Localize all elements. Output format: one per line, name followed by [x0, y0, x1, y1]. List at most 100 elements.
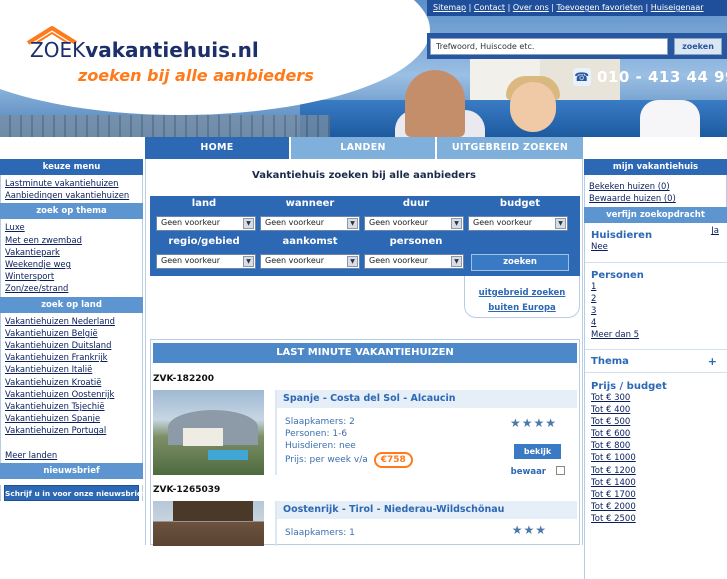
thema-zwembad[interactable]: Met een zwembad	[5, 234, 138, 246]
thema-title: Thema	[591, 355, 629, 367]
filter-duur-label: duur	[402, 198, 430, 209]
land-kroatie[interactable]: Vakantiehuizen Kroatië	[5, 376, 138, 388]
link-lastminute[interactable]: Lastminute vakantiehuizen	[5, 177, 138, 189]
link-uitgebreid-zoeken[interactable]: uitgebreid zoeken	[465, 286, 579, 301]
thema-zon-zee-strand[interactable]: Zon/zee/strand	[5, 282, 138, 294]
thema-luxe[interactable]: Luxe	[5, 221, 138, 233]
toplink-over-ons[interactable]: Over ons	[513, 3, 549, 12]
filter-personen-value: Geen voorkeur	[369, 256, 429, 265]
link-bewaarde-huizen[interactable]: Bewaarde huizen (0)	[589, 192, 722, 204]
toplink-favorieten[interactable]: Toevoegen favorieten	[557, 3, 643, 12]
prijs-options: Tot € 300 Tot € 400 Tot € 500 Tot € 600 …	[585, 392, 727, 525]
prijs-1000[interactable]: Tot € 1000	[591, 452, 721, 464]
prijs-800[interactable]: Tot € 800	[591, 440, 721, 452]
nieuwsbrief-button[interactable]: Schrijf u in voor onze nieuwsbrief!	[4, 484, 148, 501]
prijs-1700[interactable]: Tot € 1700	[591, 489, 721, 501]
filter-personen-label: personen	[389, 236, 443, 247]
prijs-title: Prijs / budget	[591, 380, 667, 392]
chevron-down-icon: ▼	[243, 218, 254, 229]
tab-landen[interactable]: LANDEN	[291, 137, 435, 159]
land-portugal[interactable]: Vakantiehuizen Portugal	[5, 424, 138, 436]
photo-house	[183, 428, 223, 446]
bekijk-button[interactable]: bekijk	[514, 444, 561, 459]
personen-4[interactable]: 4	[591, 317, 721, 329]
land-list-spacer	[5, 437, 138, 449]
link-aanbiedingen[interactable]: Aanbiedingen vakantiehuizen	[5, 189, 138, 201]
link-buiten-europa[interactable]: buiten Europa	[465, 301, 579, 316]
huisdieren-ja[interactable]: Ja	[711, 226, 719, 236]
land-nederland[interactable]: Vakantiehuizen Nederland	[5, 315, 138, 327]
search-input[interactable]	[430, 38, 668, 55]
land-spanje[interactable]: Vakantiehuizen Spanje	[5, 412, 138, 424]
land-oostenrijk[interactable]: Vakantiehuizen Oostenrijk	[5, 388, 138, 400]
search-button[interactable]: zoeken	[674, 38, 722, 55]
thema-weekendje-weg[interactable]: Weekendje weg	[5, 258, 138, 270]
filter-duur-select[interactable]: Geen voorkeur ▼	[364, 216, 464, 231]
header-banner: ZOEKvakantiehuis.nl zoeken bij alle aanb…	[0, 0, 727, 137]
top-links: Sitemap | Contact | Over ons | Toevoegen…	[427, 0, 727, 16]
prijs-1400[interactable]: Tot € 1400	[591, 477, 721, 489]
chevron-down-icon: ▼	[555, 218, 566, 229]
toplink-huiseigenaar[interactable]: Huiseigenaar	[651, 3, 704, 12]
listing-location[interactable]: Oostenrijk - Tirol - Niederau-Wildschöna…	[277, 501, 577, 519]
prijs-600[interactable]: Tot € 600	[591, 428, 721, 440]
personen-3[interactable]: 3	[591, 305, 721, 317]
toplink-sitemap[interactable]: Sitemap	[433, 3, 466, 12]
plus-icon: +	[707, 354, 717, 368]
tab-uitgebreid-zoeken[interactable]: UITGEBREID ZOEKEN	[437, 137, 583, 159]
land-tsjechie[interactable]: Vakantiehuizen Tsjechië	[5, 400, 138, 412]
huisdieren-nee[interactable]: Nee	[591, 241, 721, 253]
toplink-contact[interactable]: Contact	[474, 3, 505, 12]
bewaar-checkbox[interactable]	[556, 466, 565, 475]
prijs-400[interactable]: Tot € 400	[591, 404, 721, 416]
filter-duur-value: Geen voorkeur	[369, 218, 429, 227]
filter-aankomst-value: Geen voorkeur	[265, 256, 325, 265]
prijs-2500[interactable]: Tot € 2500	[591, 513, 721, 525]
lastminute-panel: LAST MINUTE VAKANTIEHUIZEN ZVK-182200 Sp…	[150, 339, 580, 546]
filter-aankomst-select[interactable]: Geen voorkeur ▼	[260, 254, 360, 269]
filter-search-button[interactable]: zoeken	[471, 254, 569, 271]
verfijn-header: verfijn zoekopdracht	[584, 207, 727, 224]
thema-vakantiepark[interactable]: Vakantiepark	[5, 246, 138, 258]
filter-personen-select[interactable]: Geen voorkeur ▼	[364, 254, 464, 269]
filter-wanneer-select[interactable]: Geen voorkeur ▼	[260, 216, 360, 231]
listing-card: Spanje - Costa del Sol - Alcaucin Slaapk…	[275, 390, 577, 477]
zoek-op-land-header: zoek op land	[0, 296, 143, 313]
huisdieren-title: Huisdieren	[591, 230, 653, 242]
zoek-op-thema-header: zoek op thema	[0, 203, 143, 220]
filter-regio-select[interactable]: Geen voorkeur ▼	[156, 254, 256, 269]
phone-text: 010 - 413 44 99	[597, 68, 727, 86]
link-bekeken-huizen[interactable]: Bekeken huizen (0)	[589, 180, 722, 192]
land-duitsland[interactable]: Vakantiehuizen Duitsland	[5, 339, 138, 351]
phone-number: ☎ 010 - 413 44 99	[573, 68, 727, 86]
land-frankrijk[interactable]: Vakantiehuizen Frankrijk	[5, 351, 138, 363]
personen-2[interactable]: 2	[591, 293, 721, 305]
site-logo[interactable]: ZOEKvakantiehuis.nl	[30, 38, 259, 62]
filter-budget-select[interactable]: Geen voorkeur ▼	[468, 216, 568, 231]
listing-photo[interactable]	[153, 501, 264, 546]
filter-wanneer-value: Geen voorkeur	[265, 218, 325, 227]
thema-wintersport[interactable]: Wintersport	[5, 270, 138, 282]
prijs-300[interactable]: Tot € 300	[591, 392, 721, 404]
filter-regio-value: Geen voorkeur	[161, 256, 221, 265]
land-belgie[interactable]: Vakantiehuizen België	[5, 327, 138, 339]
filter-aankomst-label: aankomst	[282, 236, 338, 247]
personen-1[interactable]: 1	[591, 281, 721, 293]
filter-land-select[interactable]: Geen voorkeur ▼	[156, 216, 256, 231]
prijs-500[interactable]: Tot € 500	[591, 416, 721, 428]
personen-meer-dan-5[interactable]: Meer dan 5	[591, 329, 721, 341]
listing-photo[interactable]	[153, 390, 264, 475]
prijs-2000[interactable]: Tot € 2000	[591, 501, 721, 513]
listing-code: ZVK-1265039	[153, 485, 221, 495]
listing-location[interactable]: Spanje - Costa del Sol - Alcaucin	[277, 390, 577, 408]
land-list: Vakantiehuizen Nederland Vakantiehuizen …	[0, 312, 143, 463]
thema-toggle[interactable]: Thema +	[585, 348, 727, 373]
main-content: Vakantiehuis zoeken bij alle aanbieders …	[145, 159, 583, 546]
listing-price-badge: €758	[373, 452, 413, 468]
chevron-down-icon: ▼	[451, 256, 462, 267]
land-meer-landen[interactable]: Meer landen	[5, 449, 138, 461]
land-italie[interactable]: Vakantiehuizen Italië	[5, 363, 138, 375]
prijs-1200[interactable]: Tot € 1200	[591, 465, 721, 477]
photo-roof	[173, 501, 253, 521]
tab-home[interactable]: HOME	[145, 137, 289, 159]
